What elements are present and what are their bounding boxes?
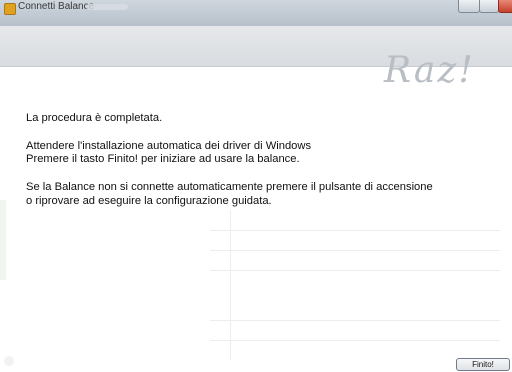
status-message: La procedura è completata.: [26, 112, 163, 124]
finish-button[interactable]: Finito!: [456, 358, 510, 371]
help-line: o riprovare ad eseguire la configurazion…: [26, 195, 272, 207]
corner-mark: [4, 356, 14, 366]
help-line: Se la Balance non si connette automatica…: [26, 181, 433, 193]
instruction-line: Attendere l'installazione automatica dei…: [26, 140, 312, 152]
instruction-line: Premere il tasto Finito! per iniziare ad…: [26, 153, 300, 165]
